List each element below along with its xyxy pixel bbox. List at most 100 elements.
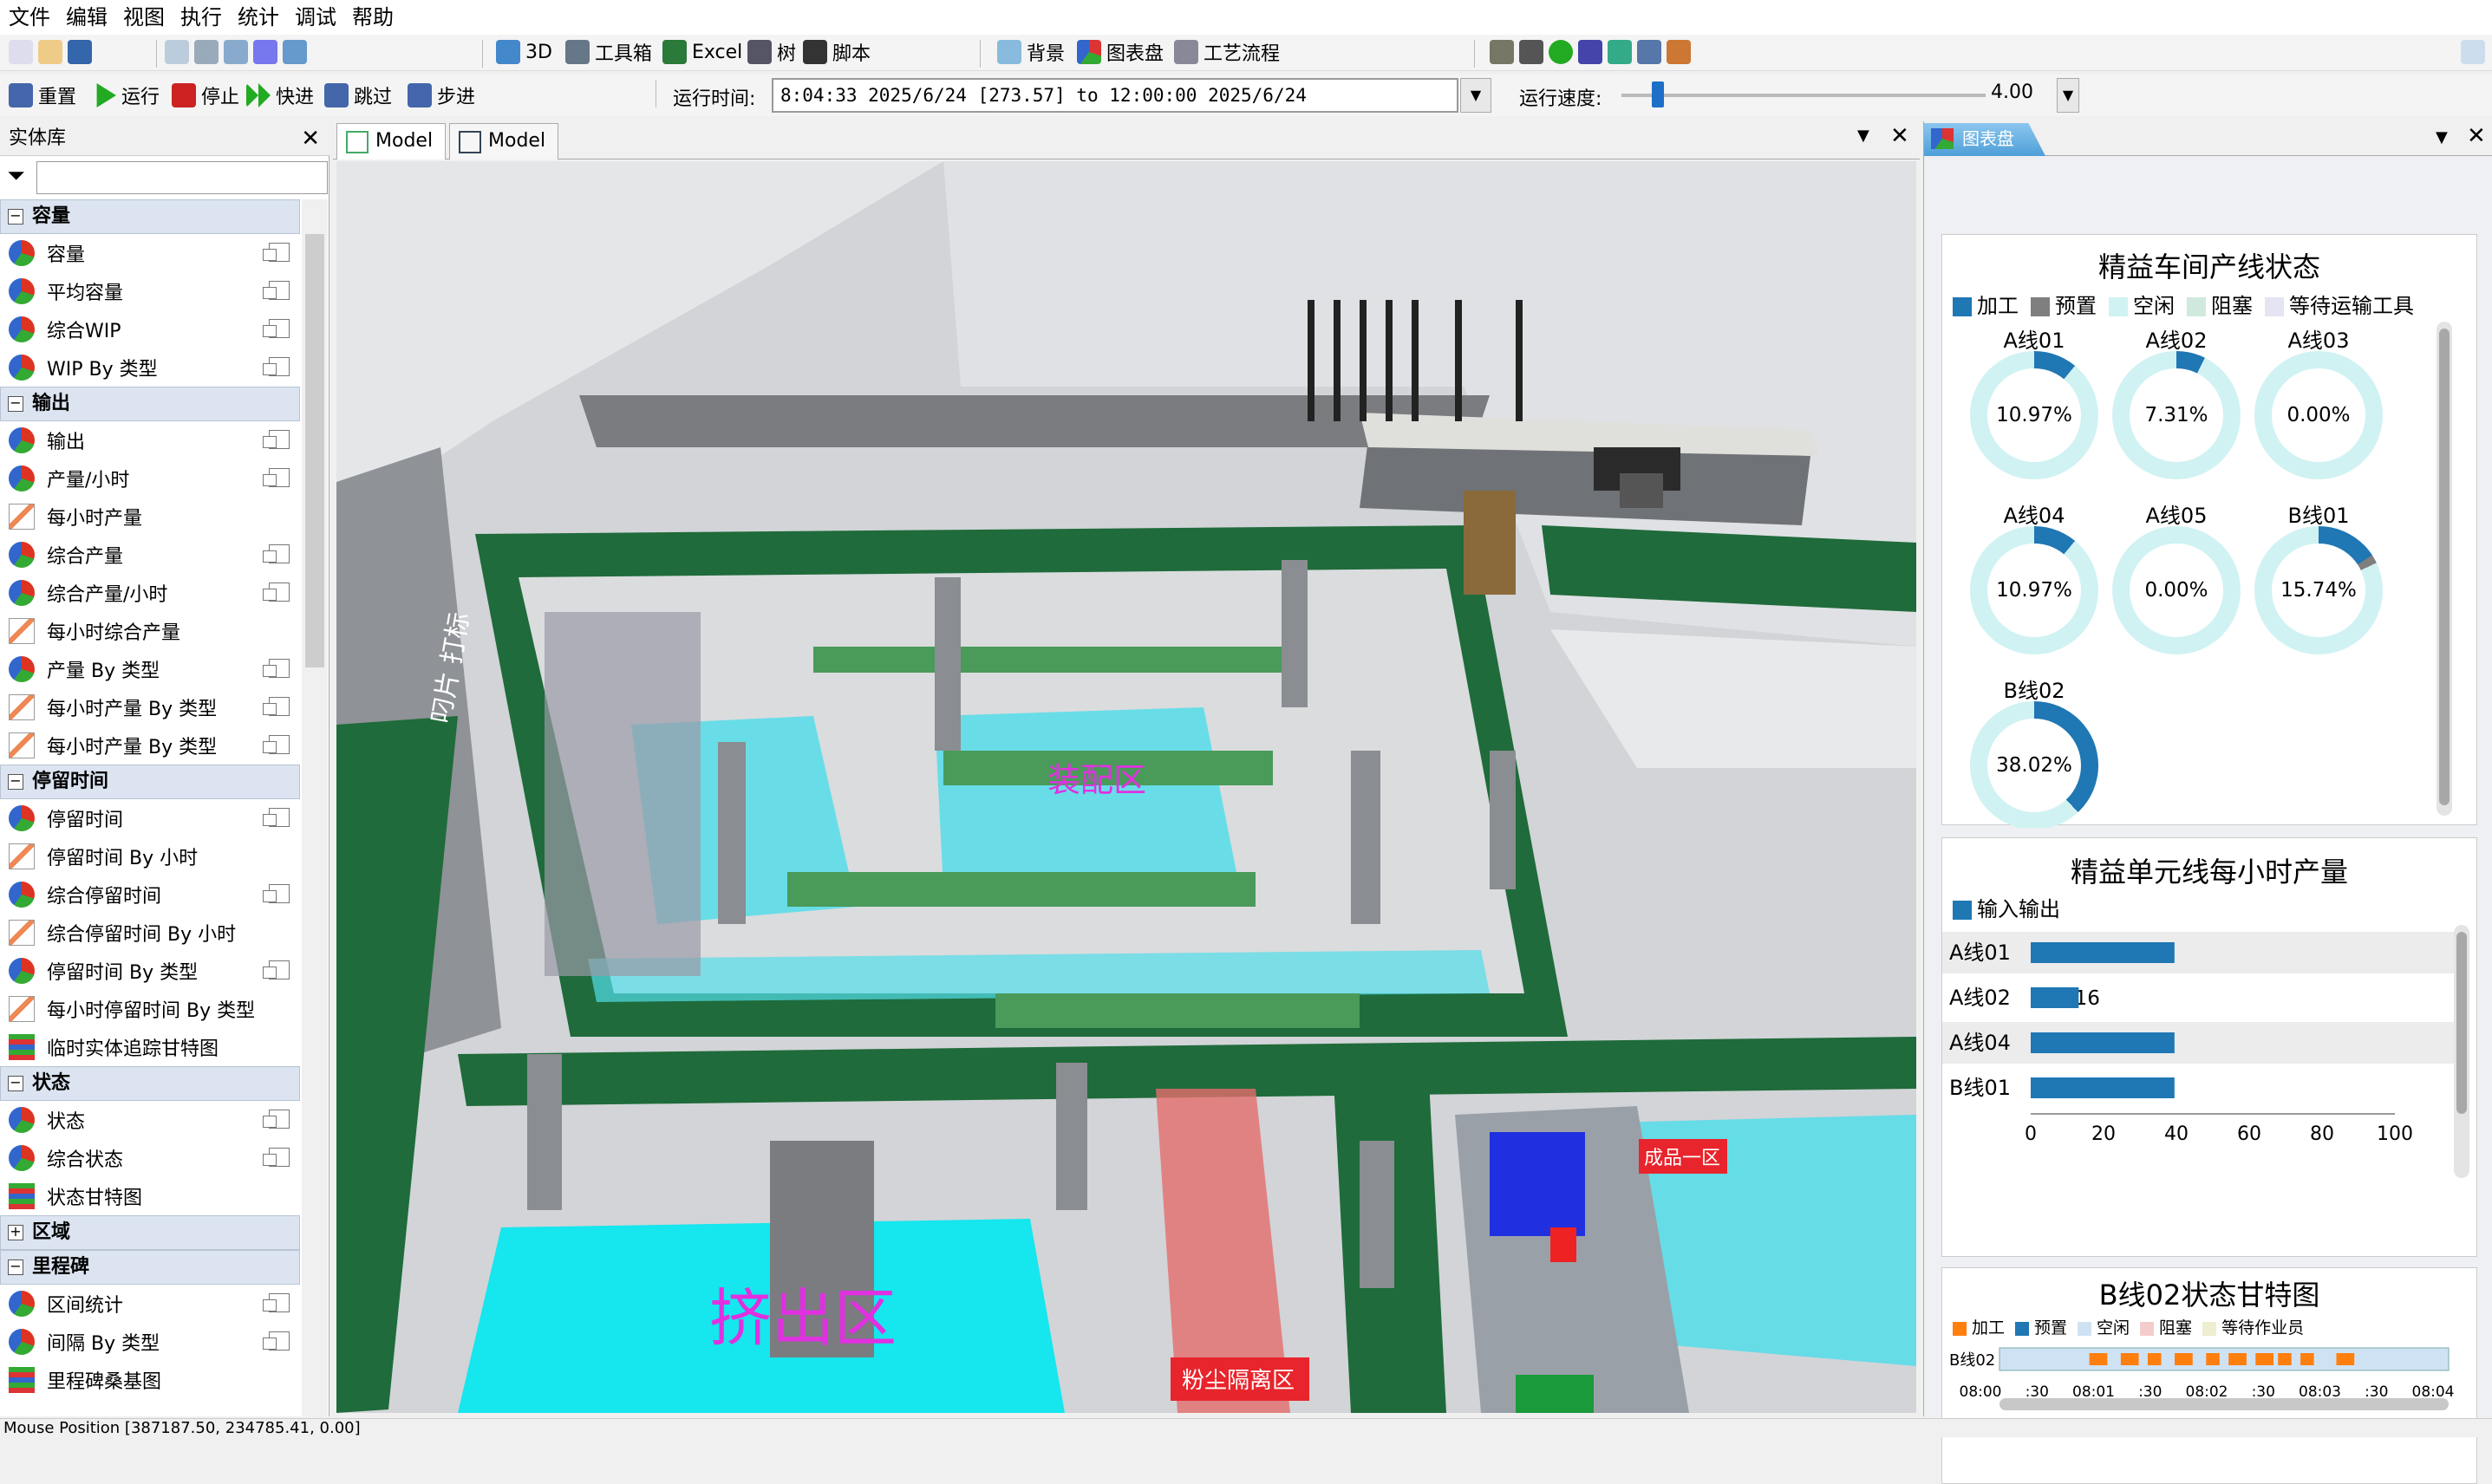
library-item[interactable]: 状态甘特图 xyxy=(0,1177,300,1215)
library-item[interactable]: 综合停留时间 xyxy=(0,875,300,914)
menu-file[interactable]: 文件 xyxy=(0,0,57,35)
help-icon[interactable] xyxy=(1549,40,1573,64)
tabs-close-icon[interactable]: ✕ xyxy=(1890,123,1909,149)
library-section-header[interactable]: − 状态 xyxy=(0,1066,300,1101)
tab-model-tree[interactable]: Model xyxy=(449,123,559,159)
library-close-icon[interactable]: ✕ xyxy=(301,121,320,156)
library-section-header[interactable]: − 容量 xyxy=(0,199,300,234)
speed-slider-track[interactable] xyxy=(1621,94,1986,97)
library-item[interactable]: 停留时间 By 小时 xyxy=(0,837,300,875)
library-section-header[interactable]: − 输出 xyxy=(0,387,300,421)
library-item[interactable]: 停留时间 By 类型 xyxy=(0,952,300,990)
open-folder-icon[interactable] xyxy=(38,40,62,64)
library-item[interactable]: 每小时停留时间 By 类型 xyxy=(0,990,300,1028)
update-icon[interactable] xyxy=(1608,40,1632,64)
library-item[interactable]: 区间统计 xyxy=(0,1285,300,1323)
collapse-icon[interactable]: − xyxy=(8,209,23,225)
library-item[interactable]: 每小时产量 xyxy=(0,498,300,536)
speed-slider-thumb[interactable] xyxy=(1652,81,1664,107)
skip-button[interactable]: 跳过 xyxy=(324,78,392,113)
step-button[interactable]: 步进 xyxy=(408,78,475,113)
library-item[interactable]: WIP By 类型 xyxy=(0,348,300,387)
library-item[interactable]: 里程碑桑基图 xyxy=(0,1361,300,1399)
connect-icon[interactable] xyxy=(194,40,219,64)
collapse-icon[interactable]: − xyxy=(8,396,23,412)
background-button[interactable]: 背景 xyxy=(997,35,1065,69)
line-status-scroll-thumb[interactable] xyxy=(2439,329,2450,805)
3d-button[interactable]: 3D xyxy=(496,35,552,69)
reset-button[interactable]: 重置 xyxy=(9,78,76,113)
library-item-label: WIP By 类型 xyxy=(47,359,158,381)
menu-run[interactable]: 执行 xyxy=(172,0,229,35)
library-item[interactable]: 综合产量 xyxy=(0,536,300,574)
library-item[interactable]: 每小时产量 By 类型 xyxy=(0,726,300,765)
library-scroll-thumb[interactable] xyxy=(305,234,324,667)
menu-help[interactable]: 帮助 xyxy=(343,0,401,35)
settings-gear-icon[interactable] xyxy=(1490,40,1514,64)
library-item[interactable]: 综合WIP xyxy=(0,310,300,348)
library-item[interactable]: 停留时间 xyxy=(0,799,300,837)
hourly-scroll-thumb[interactable] xyxy=(2456,932,2467,1114)
library-item[interactable]: 平均容量 xyxy=(0,272,300,310)
tree-button[interactable]: 树 xyxy=(747,35,796,69)
bar-category-label: A线04 xyxy=(1949,1031,2011,1055)
library-item[interactable]: 状态 xyxy=(0,1101,300,1139)
library-item[interactable]: 综合产量/小时 xyxy=(0,574,300,612)
library-section-header[interactable]: − 停留时间 xyxy=(0,765,300,799)
toolbox-button[interactable]: 工具箱 xyxy=(565,35,652,69)
gantt-horizontal-scrollbar[interactable] xyxy=(1999,1398,2449,1410)
process-flow-icon xyxy=(1174,40,1198,64)
stop-button[interactable]: 停止 xyxy=(172,78,239,113)
library-section-header[interactable]: − 里程碑 xyxy=(0,1250,300,1285)
collapse-icon[interactable]: − xyxy=(8,774,23,790)
library-scrollbar[interactable] xyxy=(302,199,328,1416)
library-section-header[interactable]: + 区域 xyxy=(0,1215,300,1250)
menu-stats[interactable]: 统计 xyxy=(229,0,286,35)
script-button[interactable]: 脚本 xyxy=(803,35,871,69)
library-item[interactable]: 每小时产量 By 类型 xyxy=(0,688,300,726)
edit-icon[interactable] xyxy=(1578,40,1602,64)
process-flow-button[interactable]: 工艺流程 xyxy=(1174,35,1280,69)
dashboard-button[interactable]: 图表盘 xyxy=(1077,35,1164,69)
shape-icon[interactable] xyxy=(253,40,277,64)
runtime-field[interactable]: 8:04:33 2025/6/24 [273.57] to 12:00:00 2… xyxy=(772,78,1458,113)
pointer-icon[interactable] xyxy=(165,40,189,64)
library-item[interactable]: 产量 By 类型 xyxy=(0,650,300,688)
excel-button[interactable]: Excel xyxy=(662,35,742,69)
expand-icon[interactable]: + xyxy=(8,1225,23,1240)
collapse-icon[interactable]: − xyxy=(8,1259,23,1275)
menu-view[interactable]: 视图 xyxy=(114,0,172,35)
library-item[interactable]: 间隔 By 类型 xyxy=(0,1323,300,1361)
library-item[interactable]: 综合状态 xyxy=(0,1139,300,1177)
library-item[interactable]: 临时实体追踪甘特图 xyxy=(0,1028,300,1066)
hourly-scrollbar[interactable] xyxy=(2454,925,2469,1178)
library-item[interactable]: 输出 xyxy=(0,421,300,459)
3d-model-view[interactable]: 装配区 挤出区 粉尘隔离区 成品一区 叼片 打标 xyxy=(336,161,1916,1413)
library-item[interactable]: 容量 xyxy=(0,234,300,272)
menu-edit[interactable]: 编辑 xyxy=(57,0,114,35)
dashboard-close-icon[interactable]: ✕ xyxy=(2467,123,2486,149)
tabs-dropdown-icon[interactable]: ▼ xyxy=(1857,127,1869,145)
tab-model-3d[interactable]: Model xyxy=(336,123,447,159)
report-icon[interactable] xyxy=(1667,40,1691,64)
runtime-dropdown-icon[interactable]: ▼ xyxy=(1460,78,1491,113)
library-search-input[interactable] xyxy=(36,161,328,194)
network-icon[interactable] xyxy=(1519,40,1543,64)
select-tool-icon[interactable] xyxy=(224,40,248,64)
library-item[interactable]: 综合停留时间 By 小时 xyxy=(0,914,300,952)
window-restore-icon[interactable] xyxy=(2461,40,2485,64)
collapse-icon[interactable]: − xyxy=(8,1076,23,1091)
new-file-icon[interactable] xyxy=(9,40,33,64)
dashboard-dropdown-icon[interactable]: ▼ xyxy=(2436,128,2448,146)
menu-debug[interactable]: 调试 xyxy=(286,0,343,35)
save-icon[interactable] xyxy=(68,40,92,64)
line-status-scrollbar[interactable] xyxy=(2437,322,2452,816)
dashboard-tab[interactable]: 图表盘 xyxy=(1924,123,2045,156)
view-mode-icon[interactable] xyxy=(283,40,307,64)
library-item[interactable]: 每小时综合产量 xyxy=(0,612,300,650)
layout-icon[interactable] xyxy=(1637,40,1661,64)
fast-forward-button[interactable]: 快进 xyxy=(246,78,314,113)
library-item[interactable]: 产量/小时 xyxy=(0,459,300,498)
run-button[interactable]: 运行 xyxy=(92,78,160,113)
speed-dropdown-icon[interactable]: ▼ xyxy=(2057,78,2079,113)
